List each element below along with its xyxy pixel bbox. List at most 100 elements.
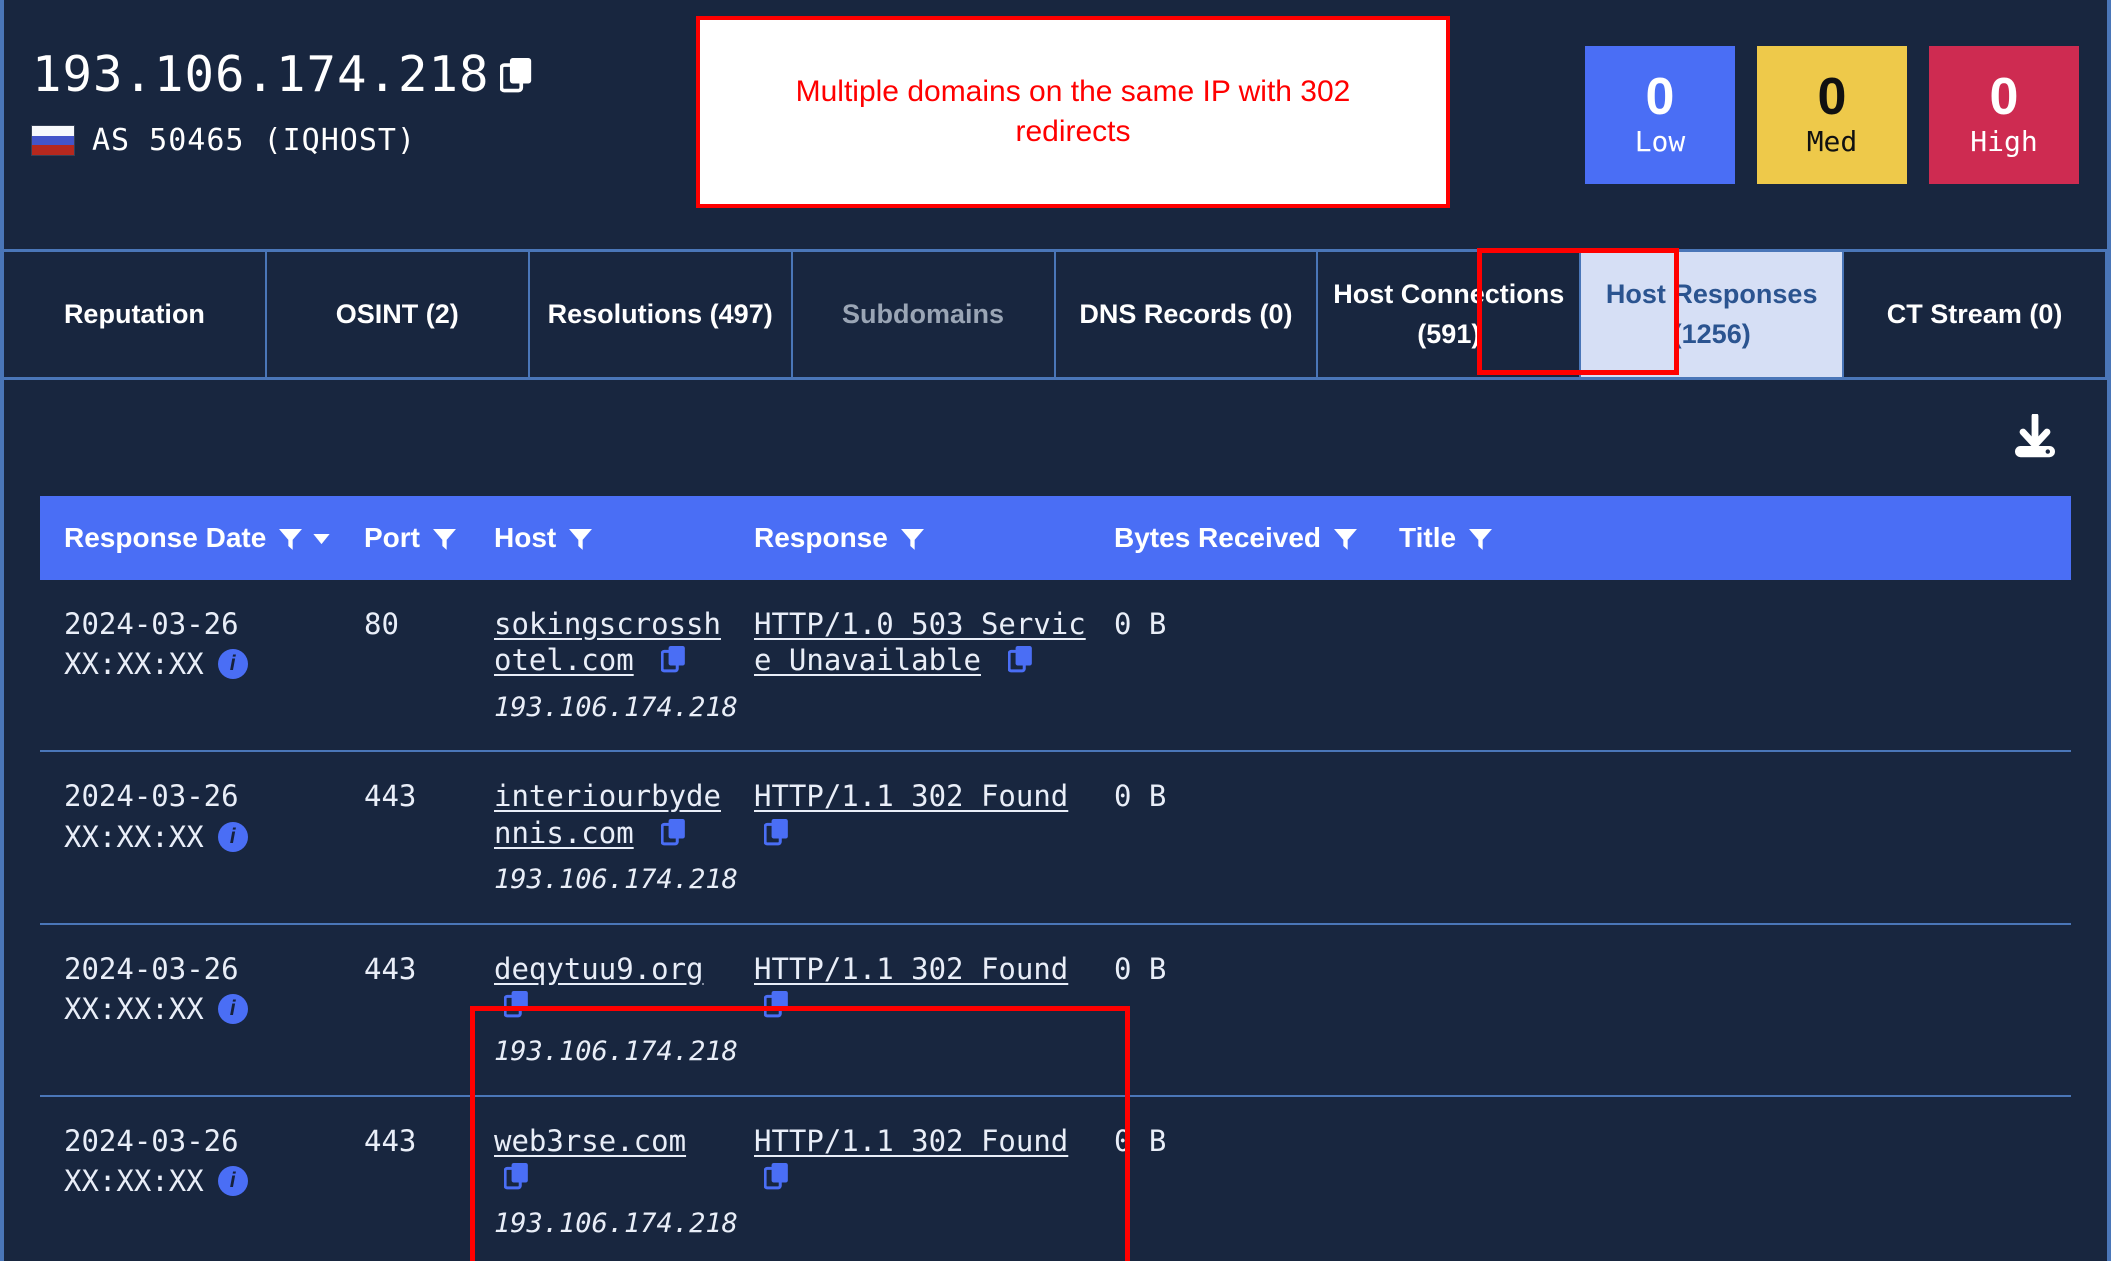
cell-host: deqytuu9.org 193.106.174.218 xyxy=(470,923,738,1097)
host-ip-value: 193.106.174.218 xyxy=(494,1036,738,1067)
table-row: 2024-03-26 XX:XX:XX i 443 deqytuu9.org 1… xyxy=(40,923,2071,1097)
response-link[interactable]: HTTP/1.1 302 Found xyxy=(754,952,1068,986)
filter-icon[interactable] xyxy=(277,525,304,552)
port-value: 443 xyxy=(364,779,417,814)
tab-ct-stream[interactable]: CT Stream (0) xyxy=(1844,252,2107,377)
column-header-bytes-received[interactable]: Bytes Received xyxy=(1090,496,1375,580)
cell-title xyxy=(1375,751,2071,925)
table-row: 2024-03-26 XX:XX:XX i 443 interiourbyden… xyxy=(40,751,2071,925)
tab-bar: Reputation OSINT (2) Resolutions (497) S… xyxy=(4,248,2107,380)
cell-bytes-received: 0 B xyxy=(1090,580,1375,753)
filter-icon[interactable] xyxy=(899,525,926,552)
column-header-response-date-label: Response Date xyxy=(64,522,267,553)
cell-bytes-received: 0 B xyxy=(1090,751,1375,925)
column-header-host[interactable]: Host xyxy=(470,496,730,580)
risk-badge-low-value: 0 xyxy=(1645,68,1675,127)
ip-identity-block: 193.106.174.218 AS 50465 (IQHOST) xyxy=(32,46,534,158)
filter-icon[interactable] xyxy=(1332,525,1359,552)
column-header-response[interactable]: Response xyxy=(730,496,1090,580)
tab-resolutions-label: Resolutions (497) xyxy=(547,298,773,329)
filter-icon[interactable] xyxy=(567,525,594,552)
table-header-row: Response Date Port Host Response Bytes R… xyxy=(40,496,2071,580)
response-link[interactable]: HTTP/1.0 503 Service Unavailable xyxy=(754,607,1086,677)
host-ip-value: 193.106.174.218 xyxy=(494,863,738,895)
asn-row: AS 50465 (IQHOST) xyxy=(32,123,534,158)
bytes-received-value: 0 B xyxy=(1114,607,1167,641)
response-date-value: 2024-03-26 xyxy=(64,607,239,641)
filter-icon[interactable] xyxy=(431,525,458,552)
asn-label: AS 50465 (IQHOST) xyxy=(92,123,417,158)
cell-port: 443 xyxy=(340,923,470,1097)
table-toolbar xyxy=(40,380,2071,496)
port-value: 80 xyxy=(364,607,399,641)
sort-descending-icon[interactable] xyxy=(312,531,331,546)
cell-host: sokingscrosshotel.com 193.106.174.218 xyxy=(470,580,738,753)
column-header-title-label: Title xyxy=(1399,522,1457,553)
column-header-response-label: Response xyxy=(754,522,888,553)
risk-badge-med-label: Med xyxy=(1806,125,1858,159)
port-value: 443 xyxy=(364,1123,417,1158)
response-time-value: XX:XX:XX xyxy=(64,991,204,1026)
filter-icon[interactable] xyxy=(1467,525,1494,552)
copy-icon[interactable] xyxy=(1008,644,1034,674)
tab-subdomains[interactable]: Subdomains xyxy=(793,252,1056,377)
copy-icon[interactable] xyxy=(660,817,687,847)
annotation-callout: Multiple domains on the same IP with 302… xyxy=(696,16,1450,208)
host-link[interactable]: deqytuu9.org xyxy=(494,952,704,986)
cell-response-date: 2024-03-26 XX:XX:XX i xyxy=(40,751,340,925)
tab-reputation[interactable]: Reputation xyxy=(4,252,267,377)
page-title: 193.106.174.218 xyxy=(32,46,490,103)
copy-icon[interactable] xyxy=(763,989,790,1019)
tab-host-connections-label: Host Connections (591) xyxy=(1333,279,1565,349)
host-ip-value: 193.106.174.218 xyxy=(494,691,738,723)
copy-icon[interactable] xyxy=(503,989,530,1019)
cell-host: web3rse.com 193.106.174.218 xyxy=(470,1095,738,1261)
host-link[interactable]: web3rse.com xyxy=(494,1124,686,1158)
info-icon[interactable]: i xyxy=(217,649,248,680)
copy-icon[interactable] xyxy=(499,56,534,94)
cell-port: 443 xyxy=(340,1095,470,1261)
copy-icon[interactable] xyxy=(763,1161,790,1191)
tab-host-responses[interactable]: Host Responses (1256) xyxy=(1581,252,1845,377)
info-icon[interactable]: i xyxy=(217,1166,248,1197)
cell-response: HTTP/1.1 302 Found xyxy=(730,751,1090,925)
risk-badges: 0 Low 0 Med 0 High xyxy=(1585,46,2079,184)
response-link[interactable]: HTTP/1.1 302 Found xyxy=(754,779,1068,813)
host-responses-panel: Response Date Port Host Response Bytes R… xyxy=(4,380,2107,1261)
risk-badge-med[interactable]: 0 Med xyxy=(1757,46,1907,184)
copy-icon[interactable] xyxy=(660,644,687,674)
table-row: 2024-03-26 XX:XX:XX i 443 web3rse.com 19… xyxy=(40,1095,2071,1261)
response-date-value: 2024-03-26 xyxy=(64,951,239,986)
column-header-response-date[interactable]: Response Date xyxy=(40,496,340,580)
info-icon[interactable]: i xyxy=(217,993,248,1024)
risk-badge-high[interactable]: 0 High xyxy=(1929,46,2079,184)
table-header: Response Date Port Host Response Bytes R… xyxy=(40,496,2071,580)
download-icon[interactable] xyxy=(2009,412,2061,462)
bytes-received-value: 0 B xyxy=(1114,951,1167,986)
risk-badge-med-value: 0 xyxy=(1817,68,1847,127)
cell-bytes-received: 0 B xyxy=(1090,923,1375,1097)
response-date-value: 2024-03-26 xyxy=(64,1123,239,1158)
ip-intelligence-page: 193.106.174.218 AS 50465 (IQHOST) Multip… xyxy=(0,0,2111,1261)
info-icon[interactable]: i xyxy=(217,821,248,852)
tab-osint[interactable]: OSINT (2) xyxy=(267,252,530,377)
cell-port: 80 xyxy=(340,580,470,753)
host-ip-value: 193.106.174.218 xyxy=(494,1208,738,1240)
copy-icon[interactable] xyxy=(763,817,790,847)
tab-host-connections[interactable]: Host Connections (591) xyxy=(1318,252,1582,377)
russia-flag-icon xyxy=(32,126,74,155)
port-value: 443 xyxy=(364,951,417,986)
tab-dns-records[interactable]: DNS Records (0) xyxy=(1056,252,1319,377)
column-header-port[interactable]: Port xyxy=(340,496,470,580)
response-link[interactable]: HTTP/1.1 302 Found xyxy=(754,1124,1068,1158)
copy-icon[interactable] xyxy=(503,1161,530,1191)
risk-badge-low[interactable]: 0 Low xyxy=(1585,46,1735,184)
page-header: 193.106.174.218 AS 50465 (IQHOST) Multip… xyxy=(4,0,2107,252)
risk-badge-high-value: 0 xyxy=(1989,68,2019,127)
column-header-title[interactable]: Title xyxy=(1375,496,2071,580)
response-time-value: XX:XX:XX xyxy=(64,819,204,854)
cell-bytes-received: 0 B xyxy=(1090,1095,1375,1261)
tab-resolutions[interactable]: Resolutions (497) xyxy=(530,252,793,377)
tab-osint-label: OSINT (2) xyxy=(335,298,459,329)
response-date-value: 2024-03-26 xyxy=(64,779,239,814)
